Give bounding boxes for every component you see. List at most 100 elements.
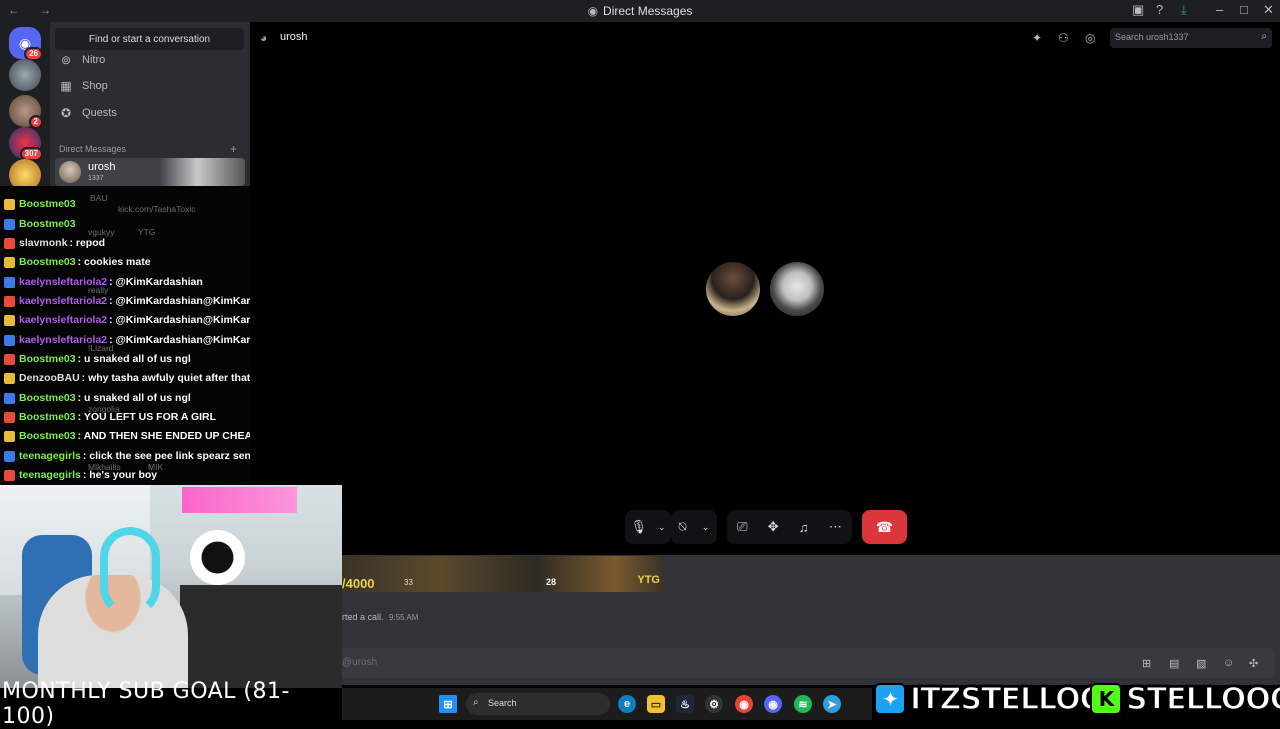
- chat-username: kaelynsleftariola2: [19, 295, 108, 307]
- sticker-icon[interactable]: ▧: [1196, 657, 1206, 670]
- strip-value: 28: [546, 577, 557, 587]
- help-icon[interactable]: ?: [1156, 2, 1163, 17]
- chat-badge-icon: [4, 430, 15, 442]
- twitter-icon: ✦: [874, 683, 906, 715]
- sidebar-item-shop[interactable]: ▦ Shop: [60, 79, 108, 93]
- dm-section-header: Direct Messages: [59, 144, 127, 154]
- sidebar-item-label: Shop: [82, 80, 108, 92]
- ghost-text: vgukyy: [88, 227, 115, 237]
- discord-icon[interactable]: ◉: [764, 695, 782, 713]
- nav-arrows[interactable]: ← →: [8, 3, 59, 17]
- chat-username: DenzooBAU: [19, 372, 80, 384]
- inbox-icon[interactable]: ▣: [1132, 2, 1144, 18]
- strip-number: /4000: [342, 576, 375, 591]
- dm-item-urosh[interactable]: urosh 1337: [55, 158, 245, 186]
- share-screen-icon[interactable]: ⎚: [737, 519, 747, 535]
- end-call-button[interactable]: ☎: [862, 510, 907, 544]
- pin-icon[interactable]: ✦: [1032, 31, 1042, 45]
- shop-icon: ▦: [60, 79, 72, 93]
- chat-message: : u snaked all of us ngl: [77, 392, 191, 404]
- server-rail: ◉ 26 2 307: [0, 22, 50, 192]
- search-input[interactable]: Search urosh1337 ⌕: [1110, 28, 1272, 48]
- chat-badge-icon: [4, 411, 15, 423]
- chat-username: teenagegirls: [19, 469, 81, 481]
- chat-username: Boostme03: [19, 256, 76, 268]
- sidebar-item-quests[interactable]: ✪ Quests: [60, 106, 117, 120]
- server-icon[interactable]: 307: [9, 127, 43, 161]
- chat-message: : he's your boy: [82, 469, 158, 481]
- chat-badge-icon: [4, 314, 15, 326]
- shelf: [180, 585, 342, 690]
- chat-badge-icon: [4, 218, 15, 230]
- app-icon[interactable]: ⚙: [705, 695, 723, 713]
- server-icon[interactable]: 2: [9, 95, 43, 129]
- chrome-icon[interactable]: ◉: [735, 695, 753, 713]
- neon-sign: [182, 487, 297, 513]
- chat-line: kaelynsleftariola2: @KimKardashian@KimKa…: [4, 295, 290, 307]
- activities-icon[interactable]: ✥: [768, 519, 779, 535]
- user-profile-icon[interactable]: ◎: [1085, 31, 1095, 45]
- chat-username: slavmonk: [19, 237, 68, 249]
- spotify-icon[interactable]: ≋: [794, 695, 812, 713]
- quests-icon: ✪: [60, 106, 72, 120]
- chat-line: teenagegirls: click the see pee link spe…: [4, 450, 254, 462]
- download-icon[interactable]: ⤓: [1181, 2, 1187, 18]
- windows-start-icon[interactable]: ⊞: [439, 695, 457, 713]
- minimize-icon[interactable]: –: [1216, 2, 1223, 17]
- chat-username: Boostme03: [19, 353, 76, 365]
- camera-off-icon[interactable]: ⍉: [679, 519, 687, 535]
- discord-icon: ◉: [587, 4, 599, 18]
- kick-handle: K STELLOOO: [1090, 680, 1280, 718]
- taskbar-search[interactable]: ⌕ Search: [466, 693, 610, 715]
- telegram-icon[interactable]: ➤: [823, 695, 841, 713]
- server-icon[interactable]: [9, 59, 41, 91]
- call-participant-avatar[interactable]: [770, 262, 824, 316]
- sidebar-item-nitro[interactable]: ⊚ Nitro: [60, 53, 105, 67]
- chat-line: kaelynsleftariola2: @KimKardashian@KimKa…: [4, 314, 290, 326]
- edge-icon[interactable]: e: [618, 695, 636, 713]
- chat-badge-icon: [4, 469, 15, 481]
- gif-icon[interactable]: ▤: [1169, 657, 1179, 670]
- call-participant-avatar[interactable]: [706, 262, 760, 316]
- steam-icon[interactable]: ♨: [676, 695, 694, 713]
- chat-line: kaelynsleftariola2: @KimKardashian: [4, 276, 203, 288]
- chevron-down-icon[interactable]: ⌄: [658, 522, 666, 533]
- maximize-icon[interactable]: □: [1240, 2, 1248, 17]
- find-conversation-button[interactable]: Find or start a conversation: [55, 28, 244, 50]
- sidebar-item-label: Quests: [82, 107, 117, 119]
- file-explorer-icon[interactable]: ▭: [647, 695, 665, 713]
- twitter-handle: ✦ ITZSTELLOO: [874, 680, 1106, 718]
- more-icon[interactable]: ⋯: [829, 519, 842, 535]
- window-title: Direct Messages: [603, 4, 693, 18]
- yin-yang-pillow: [190, 530, 245, 585]
- microphone-icon[interactable]: 🎙: [630, 519, 647, 535]
- chat-message: : u snaked all of us ngl: [77, 353, 191, 365]
- dm-name: urosh: [88, 161, 116, 173]
- chat-username: Boostme03: [19, 411, 76, 423]
- chat-line: kaelynsleftariola2: @KimKardashian@KimKa…: [4, 334, 290, 346]
- add-friends-icon[interactable]: ⚇: [1058, 31, 1069, 45]
- headset: [100, 527, 160, 617]
- emoji-icon[interactable]: ☺: [1223, 657, 1234, 669]
- chevron-down-icon[interactable]: ⌄: [702, 522, 710, 533]
- webcam-feed: [0, 485, 342, 690]
- chat-username: kaelynsleftariola2: [19, 276, 108, 288]
- embedded-image[interactable]: /4000 33 28 YTG: [342, 556, 664, 592]
- gift-icon[interactable]: ⊞: [1142, 657, 1151, 670]
- chat-badge-icon: [4, 276, 15, 288]
- home-button[interactable]: ◉ 26: [9, 27, 43, 61]
- soundboard-icon[interactable]: ♫: [799, 520, 809, 535]
- ghost-text: YTG: [138, 227, 156, 237]
- apps-icon[interactable]: ✣: [1249, 657, 1258, 670]
- mic-control[interactable]: 🎙 ⌄: [625, 510, 671, 544]
- message-input[interactable]: @urosh ⊞ ▤ ▧ ☺ ✣: [330, 648, 1275, 678]
- chat-line: Boostme03: u snaked all of us ngl: [4, 392, 191, 404]
- close-icon[interactable]: ✕: [1263, 2, 1274, 18]
- create-dm-icon[interactable]: +: [230, 142, 237, 156]
- ghost-text: kick.com/TashaToxic: [118, 204, 196, 214]
- sidebar-item-label: Nitro: [82, 54, 106, 66]
- chat-badge-icon: [4, 353, 15, 365]
- chat-line: Boostme03: u snaked all of us ngl: [4, 353, 191, 365]
- call-area: [250, 22, 1280, 555]
- camera-control[interactable]: ⍉ ⌄: [671, 510, 717, 544]
